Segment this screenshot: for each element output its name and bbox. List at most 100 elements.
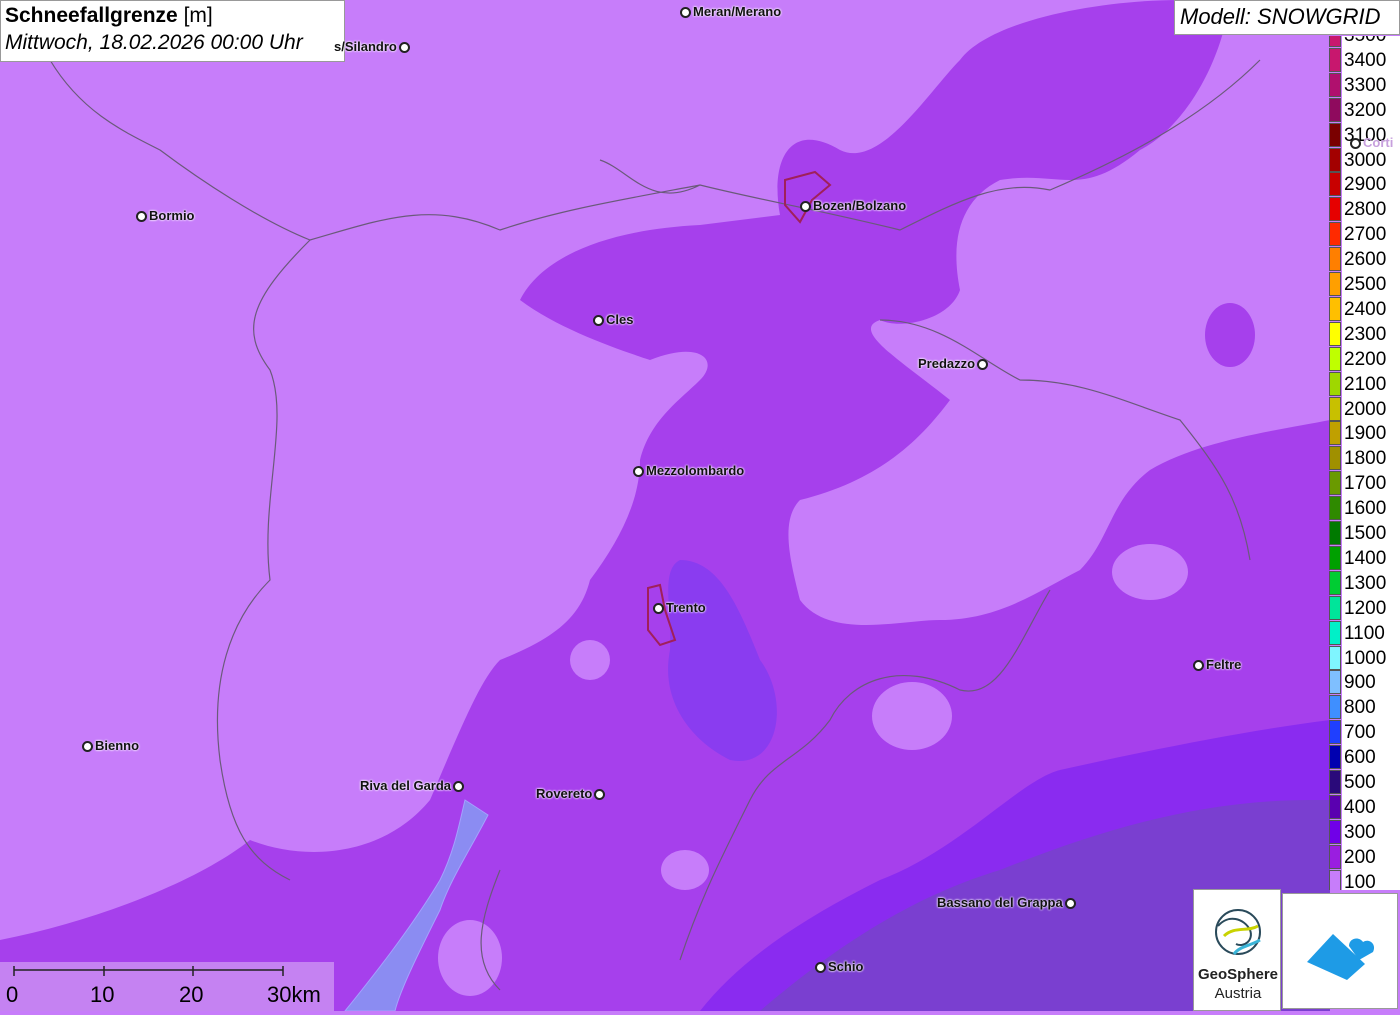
city-label-meran-merano[interactable]: Meran/Merano	[680, 4, 781, 19]
city-label-bienno[interactable]: Bienno	[82, 738, 139, 753]
city-label-trento[interactable]: Trento	[653, 600, 706, 615]
legend-row-1200: 1200	[1329, 595, 1400, 621]
legend-label: 1000	[1342, 645, 1400, 671]
legend-row-700: 700	[1329, 720, 1400, 746]
legend-label: 800	[1342, 695, 1400, 721]
legend-row-400: 400	[1329, 794, 1400, 820]
city-dot-icon	[594, 789, 606, 801]
city-dot-icon	[680, 7, 691, 19]
model-label: Modell: SNOWGRID	[1174, 0, 1400, 35]
legend-label: 2300	[1342, 321, 1400, 347]
legend-row-2600: 2600	[1329, 247, 1400, 273]
legend-row-1800: 1800	[1329, 446, 1400, 472]
city-name: Bassano del Grappa	[937, 895, 1063, 910]
city-name: Bormio	[149, 208, 195, 223]
legend-row-1600: 1600	[1329, 496, 1400, 522]
legend-swatch	[1329, 670, 1341, 695]
legend-swatch	[1329, 620, 1341, 645]
legend-label: 1900	[1342, 421, 1400, 447]
legend-label: 3000	[1342, 147, 1400, 173]
city-label-rovereto[interactable]: Rovereto	[536, 786, 606, 801]
city-label-s-silandro[interactable]: s/Silandro	[334, 39, 410, 54]
legend-swatch	[1329, 321, 1341, 346]
legend-swatch	[1329, 172, 1341, 197]
legend-label: 2000	[1342, 396, 1400, 422]
city-label-feltre[interactable]: Feltre	[1193, 657, 1241, 672]
city-dot-icon	[398, 42, 410, 54]
city-dot-icon	[593, 315, 604, 327]
legend-row-3300: 3300	[1329, 72, 1400, 98]
legend-swatch	[1329, 471, 1341, 496]
legend-row-2300: 2300	[1329, 321, 1400, 347]
legend-swatch	[1329, 844, 1341, 869]
legend-row-3200: 3200	[1329, 97, 1400, 123]
legend-swatch	[1329, 272, 1341, 296]
map-datetime: Mittwoch, 18.02.2026 00:00 Uhr	[5, 31, 303, 54]
legend-label: 3500	[1342, 36, 1400, 48]
legend-swatch	[1329, 794, 1341, 819]
legend-label: 1100	[1342, 620, 1400, 646]
geosphere-logo[interactable]: GeoSphere Austria	[1193, 889, 1281, 1011]
legend-swatch	[1329, 197, 1341, 222]
city-label-corti[interactable]: Corti	[1350, 135, 1393, 150]
legend-label: 3300	[1342, 72, 1400, 98]
legend-swatch	[1329, 72, 1341, 97]
legend-label: 1300	[1342, 570, 1400, 596]
snowfall-map[interactable]	[0, 0, 1400, 1011]
city-dot-icon	[136, 211, 147, 223]
app-logo[interactable]	[1282, 893, 1398, 1009]
legend-swatch	[1329, 371, 1341, 396]
city-label-mezzolombardo[interactable]: Mezzolombardo	[633, 463, 744, 478]
city-name: s/Silandro	[334, 39, 397, 54]
legend-label: 1400	[1342, 545, 1400, 571]
legend-row-3000: 3000	[1329, 147, 1400, 173]
city-label-schio[interactable]: Schio	[815, 959, 863, 974]
legend-row-2100: 2100	[1329, 371, 1400, 397]
legend-swatch	[1329, 720, 1341, 745]
city-name: Predazzo	[918, 356, 976, 371]
city-label-bassano-del-grappa[interactable]: Bassano del Grappa	[937, 895, 1076, 910]
legend-row-500: 500	[1329, 770, 1400, 795]
scale-label-10: 10	[90, 982, 115, 1007]
legend-row-1500: 1500	[1329, 521, 1400, 546]
city-label-bozen-bolzano[interactable]: Bozen/Bolzano	[800, 198, 906, 213]
legend-row-2900: 2900	[1329, 172, 1400, 198]
legend-label: 2800	[1342, 197, 1400, 223]
legend-row-2200: 2200	[1329, 346, 1400, 372]
legend-label: 2100	[1342, 371, 1400, 397]
geosphere-sub: Austria	[1214, 985, 1262, 1002]
legend-row-2700: 2700	[1329, 222, 1400, 248]
legend-swatch	[1329, 770, 1341, 794]
legend-label: 700	[1342, 720, 1400, 746]
legend-label: 1200	[1342, 595, 1400, 621]
city-name: Riva del Garda	[360, 778, 452, 793]
city-name: Feltre	[1206, 657, 1242, 672]
legend-label: 1800	[1342, 446, 1400, 472]
scale-label-20: 20	[179, 982, 204, 1007]
legend-label: 2900	[1342, 172, 1400, 198]
legend-row-600: 600	[1329, 745, 1400, 771]
legend-swatch	[1329, 695, 1341, 720]
legend-swatch	[1329, 147, 1341, 172]
legend-label: 3200	[1342, 97, 1400, 123]
scale-bar: 0 10 20 30km	[0, 962, 334, 1011]
city-name: Rovereto	[536, 786, 593, 801]
legend-row-2000: 2000	[1329, 396, 1400, 422]
city-name: Trento	[666, 600, 706, 615]
legend-swatch	[1329, 47, 1341, 72]
city-label-bormio[interactable]: Bormio	[136, 208, 195, 223]
legend-swatch	[1329, 496, 1341, 521]
legend-label: 500	[1342, 770, 1400, 795]
city-label-predazzo[interactable]: Predazzo	[918, 356, 989, 371]
legend-swatch	[1329, 869, 1341, 890]
legend-swatch	[1329, 36, 1341, 47]
legend-row-3500: 3500	[1329, 36, 1400, 48]
legend-label: 2200	[1342, 346, 1400, 372]
legend-swatch	[1329, 396, 1341, 421]
legend-row-800: 800	[1329, 695, 1400, 721]
geosphere-logo-icon	[1215, 909, 1261, 955]
city-label-cles[interactable]: Cles	[593, 312, 633, 327]
legend-swatch	[1329, 570, 1341, 595]
city-name: Bozen/Bolzano	[813, 198, 907, 213]
city-label-riva-del-garda[interactable]: Riva del Garda	[360, 778, 465, 793]
